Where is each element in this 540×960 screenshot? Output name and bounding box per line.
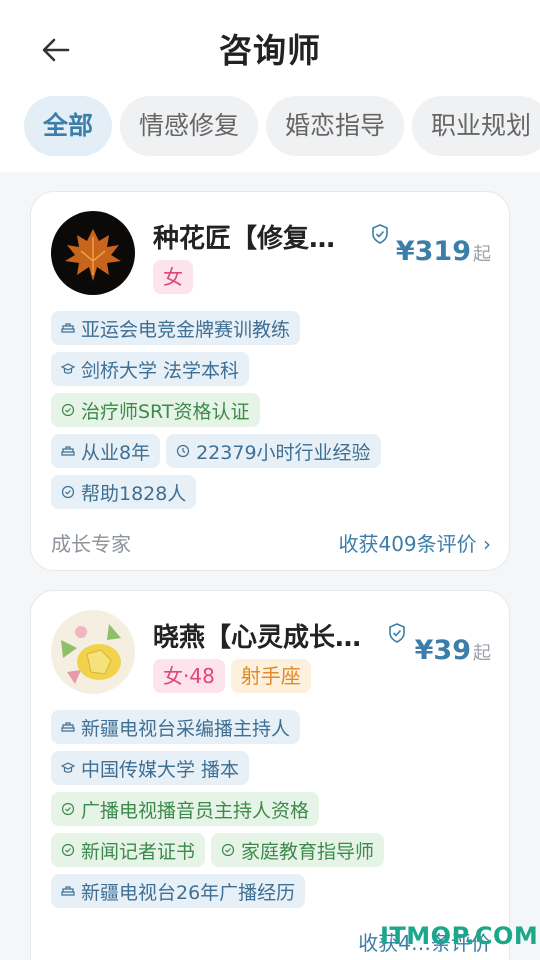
hat-icon [61,446,75,456]
tag-row: 治疗师SRT资格认证 [51,393,266,427]
gender-age-badge: 女·48 [153,659,225,693]
tag-row: 剑桥大学 法学本科 [51,352,255,386]
zodiac-badge: 射手座 [230,659,311,693]
certificate-tag: 治疗师SRT资格认证 [51,393,260,427]
tag-row: 广播电视播音员主持人资格 [51,792,325,826]
graduation-cap-icon [61,363,75,374]
counselor-name: 晓燕【心灵成长… [153,623,362,653]
price-unit: 起 [473,244,491,265]
badge-row: 女·48 射手座 [153,659,317,693]
clock-icon [176,444,190,458]
price-unit: 起 [473,643,491,664]
price-value: ¥39 [414,635,471,666]
tag-row: 帮助1828人 [51,475,202,509]
certificate-tag: 新闻记者证书 [51,833,206,867]
tag-row: 新疆电视台26年广播经历 [51,874,311,908]
check-circle-icon [61,485,75,499]
reviews-link[interactable]: 收获409条评价 › [338,528,491,557]
watermark: ITMOP.COM [380,922,539,950]
counselor-card[interactable]: 晓燕【心灵成长… ¥39 起 女·48 射手座 新疆电视台采编播主持人 中国传媒大学… [30,590,510,960]
price-value: ¥319 [395,236,471,267]
check-circle-icon [61,843,75,857]
tab-career-planning[interactable]: 职业规划 [412,96,540,156]
counselor-level: 成长专家 [51,532,131,556]
category-tabs: 全部 情感修复 婚恋指导 职业规划 [24,96,540,156]
hat-icon [61,323,75,333]
hat-icon [61,722,75,732]
counselor-card[interactable]: 种花匠【修复… ¥319 起 女 亚运会电竞金牌赛训教练 剑桥大学 法学本科 治疗… [30,191,510,571]
experience-tag: 新疆电视台26年广播经历 [51,874,306,908]
check-circle-icon [61,802,75,816]
price: ¥319 起 [396,236,491,267]
experience-tag: 从业8年 [51,434,161,468]
tab-all[interactable]: 全部 [24,96,113,156]
verified-shield-icon [372,224,388,244]
gender-badge: 女 [153,260,193,294]
tag-row: 新闻记者证书 家庭教育指导师 [51,833,390,867]
tag-row: 新疆电视台采编播主持人 [51,710,306,744]
tag-row: 从业8年 22379小时行业经验 [51,434,387,468]
credential-tag: 新疆电视台采编播主持人 [51,710,301,744]
top-bar: 咨询师 全部 情感修复 婚恋指导 职业规划 [0,0,540,172]
page-title: 咨询师 [219,31,321,70]
education-tag: 剑桥大学 法学本科 [51,352,250,386]
avatar [51,211,135,295]
counselor-name: 种花匠【修复… [153,224,336,254]
tab-marriage-guidance[interactable]: 婚恋指导 [266,96,405,156]
hours-tag: 22379小时行业经验 [166,434,381,468]
hat-icon [61,886,75,896]
check-circle-icon [61,403,75,417]
education-tag: 中国传媒大学 播本 [51,751,250,785]
helped-tag: 帮助1828人 [51,475,197,509]
avatar [51,610,135,694]
tag-row: 中国传媒大学 播本 [51,751,255,785]
verified-shield-icon [389,623,405,643]
certificate-tag: 广播电视播音员主持人资格 [51,792,320,826]
badge-row: 女 [153,260,199,294]
price: ¥39 起 [415,635,491,666]
tag-row: 亚运会电竞金牌赛训教练 [51,311,306,345]
credential-tag: 亚运会电竞金牌赛训教练 [51,311,301,345]
tab-emotional-repair[interactable]: 情感修复 [120,96,259,156]
certificate-tag: 家庭教育指导师 [211,833,385,867]
graduation-cap-icon [61,762,75,773]
check-circle-icon [221,843,235,857]
